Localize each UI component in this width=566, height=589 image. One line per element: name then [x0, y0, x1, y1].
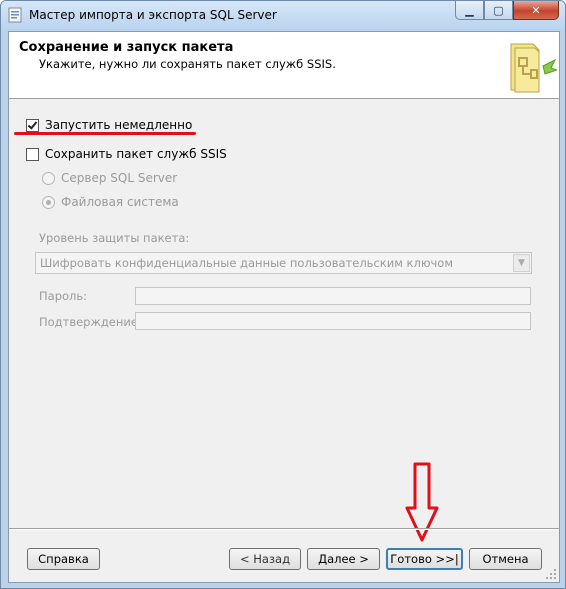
run-now-checkbox[interactable]: Запустить немедленно [26, 118, 192, 132]
red-arrow-annotation [405, 462, 439, 542]
red-underline-annotation [14, 132, 196, 135]
page-title: Сохранение и запуск пакета [19, 40, 234, 55]
radio-icon [42, 171, 55, 185]
window-controls: ▁ ▢ ✕ [455, 1, 559, 20]
footer-separator [9, 528, 559, 530]
back-button[interactable]: < Назад [229, 548, 301, 570]
title-bar[interactable]: Мастер импорта и экспорта SQL Server ▁ ▢… [1, 1, 565, 31]
confirm-label: Подтверждение: [39, 315, 142, 329]
radio-selected-icon [42, 195, 55, 209]
minimize-icon: ▁ [465, 3, 474, 17]
save-package-label: Сохранить пакет служб SSIS [45, 147, 227, 161]
checkbox-unchecked-icon [26, 147, 39, 161]
wizard-body: Сохранение и запуск пакета Укажите, нужн… [8, 31, 560, 583]
back-button-label: < Назад [239, 552, 291, 566]
resize-grip-icon[interactable] [545, 568, 557, 580]
run-now-label: Запустить немедленно [45, 118, 193, 132]
chevron-down-icon: ▼ [513, 254, 530, 272]
finish-button-label: Готово >>| [390, 552, 459, 566]
wizard-header: Сохранение и запуск пакета Укажите, нужн… [9, 32, 559, 99]
maximize-icon: ▢ [493, 3, 504, 17]
protection-level-label: Уровень защиты пакета: [39, 231, 190, 245]
radio-file-system[interactable]: Файловая система [42, 195, 179, 209]
finish-button[interactable]: Готово >>| [386, 548, 463, 570]
package-wizard-icon [510, 43, 557, 93]
save-package-checkbox[interactable]: Сохранить пакет служб SSIS [26, 147, 227, 161]
app-icon [8, 7, 22, 23]
next-button[interactable]: Далее > [307, 548, 380, 570]
confirm-password-field[interactable] [135, 312, 531, 330]
wizard-window: Мастер импорта и экспорта SQL Server ▁ ▢… [0, 0, 566, 589]
page-subtitle: Укажите, нужно ли сохранять пакет служб … [39, 57, 336, 71]
maximize-button[interactable]: ▢ [484, 1, 513, 20]
window-title: Мастер импорта и экспорта SQL Server [29, 8, 277, 22]
help-button-label: Справка [38, 552, 89, 566]
radio-sql-server[interactable]: Сервер SQL Server [42, 171, 177, 185]
radio-file-system-label: Файловая система [61, 195, 179, 209]
minimize-button[interactable]: ▁ [455, 1, 484, 20]
password-label: Пароль: [39, 289, 88, 303]
protection-level-value: Шифровать конфиденциальные данные пользо… [40, 256, 454, 270]
next-button-label: Далее > [318, 552, 369, 566]
radio-sql-server-label: Сервер SQL Server [61, 171, 178, 185]
checkbox-checked-icon [26, 118, 39, 132]
cancel-button[interactable]: Отмена [469, 548, 542, 570]
close-icon: ✕ [531, 3, 541, 17]
password-field[interactable] [135, 287, 531, 305]
help-button[interactable]: Справка [27, 548, 100, 570]
cancel-button-label: Отмена [482, 552, 529, 566]
protection-level-select[interactable]: Шифровать конфиденциальные данные пользо… [35, 252, 532, 274]
close-button[interactable]: ✕ [513, 1, 559, 20]
